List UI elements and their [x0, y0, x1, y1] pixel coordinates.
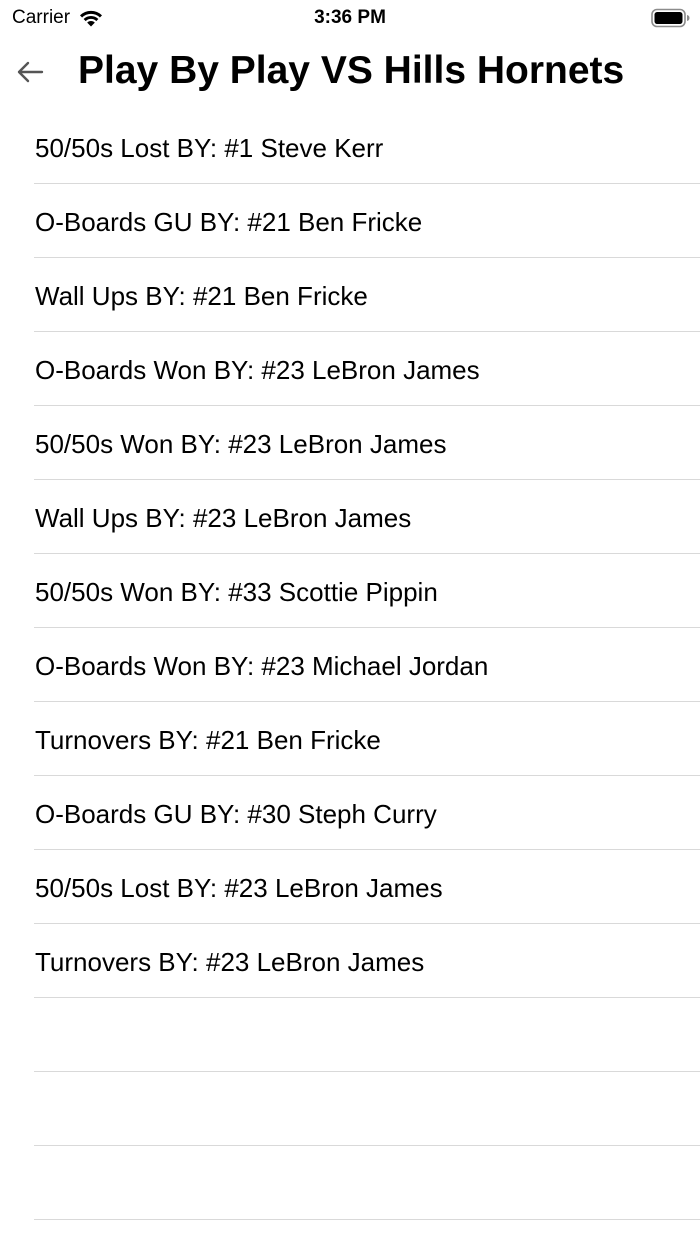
play-label: O-Boards GU BY: #30 Steph Curry	[35, 799, 437, 829]
play-row[interactable]: 50/50s Won BY: #23 LeBron James	[0, 406, 700, 480]
play-label: Turnovers BY: #23 LeBron James	[35, 947, 425, 977]
play-label: 50/50s Won BY: #23 LeBron James	[35, 429, 447, 459]
battery-icon	[651, 8, 691, 28]
play-row[interactable]: O-Boards GU BY: #21 Ben Fricke	[0, 184, 700, 258]
page-title: Play By Play VS Hills Hornets	[78, 49, 625, 92]
play-label: O-Boards GU BY: #21 Ben Fricke	[35, 207, 423, 237]
play-row[interactable]: Wall Ups BY: #21 Ben Fricke	[0, 258, 700, 332]
empty-row	[0, 998, 700, 1072]
play-by-play-list: 50/50s Lost BY: #1 Steve Kerr O-Boards G…	[0, 110, 700, 1220]
play-row[interactable]: 50/50s Won BY: #33 Scottie Pippin	[0, 554, 700, 628]
play-row[interactable]: Turnovers BY: #21 Ben Fricke	[0, 702, 700, 776]
play-label: Turnovers BY: #21 Ben Fricke	[35, 725, 381, 755]
play-label: O-Boards Won BY: #23 Michael Jordan	[35, 651, 489, 681]
play-label: Wall Ups BY: #23 LeBron James	[35, 503, 412, 533]
play-row[interactable]: O-Boards Won BY: #23 Michael Jordan	[0, 628, 700, 702]
play-row[interactable]: Wall Ups BY: #23 LeBron James	[0, 480, 700, 554]
play-label: 50/50s Lost BY: #23 LeBron James	[35, 873, 443, 903]
arrow-left-icon	[16, 60, 44, 84]
play-label: 50/50s Lost BY: #1 Steve Kerr	[35, 133, 384, 163]
empty-row	[0, 1146, 700, 1220]
empty-row	[0, 1072, 700, 1146]
play-row[interactable]: 50/50s Lost BY: #1 Steve Kerr	[0, 110, 700, 184]
status-time: 3:36 PM	[314, 7, 386, 28]
play-row[interactable]: O-Boards Won BY: #23 LeBron James	[0, 332, 700, 406]
status-bar: Carrier 3:36 PM	[0, 0, 700, 36]
play-label: O-Boards Won BY: #23 LeBron James	[35, 355, 480, 385]
play-row[interactable]: Turnovers BY: #23 LeBron James	[0, 924, 700, 998]
play-label: Wall Ups BY: #21 Ben Fricke	[35, 281, 368, 311]
play-label: 50/50s Won BY: #33 Scottie Pippin	[35, 577, 438, 607]
play-row[interactable]: 50/50s Lost BY: #23 LeBron James	[0, 850, 700, 924]
navigation-bar: Play By Play VS Hills Hornets	[0, 36, 700, 110]
play-row[interactable]: O-Boards GU BY: #30 Steph Curry	[0, 776, 700, 850]
back-button[interactable]	[10, 54, 50, 90]
